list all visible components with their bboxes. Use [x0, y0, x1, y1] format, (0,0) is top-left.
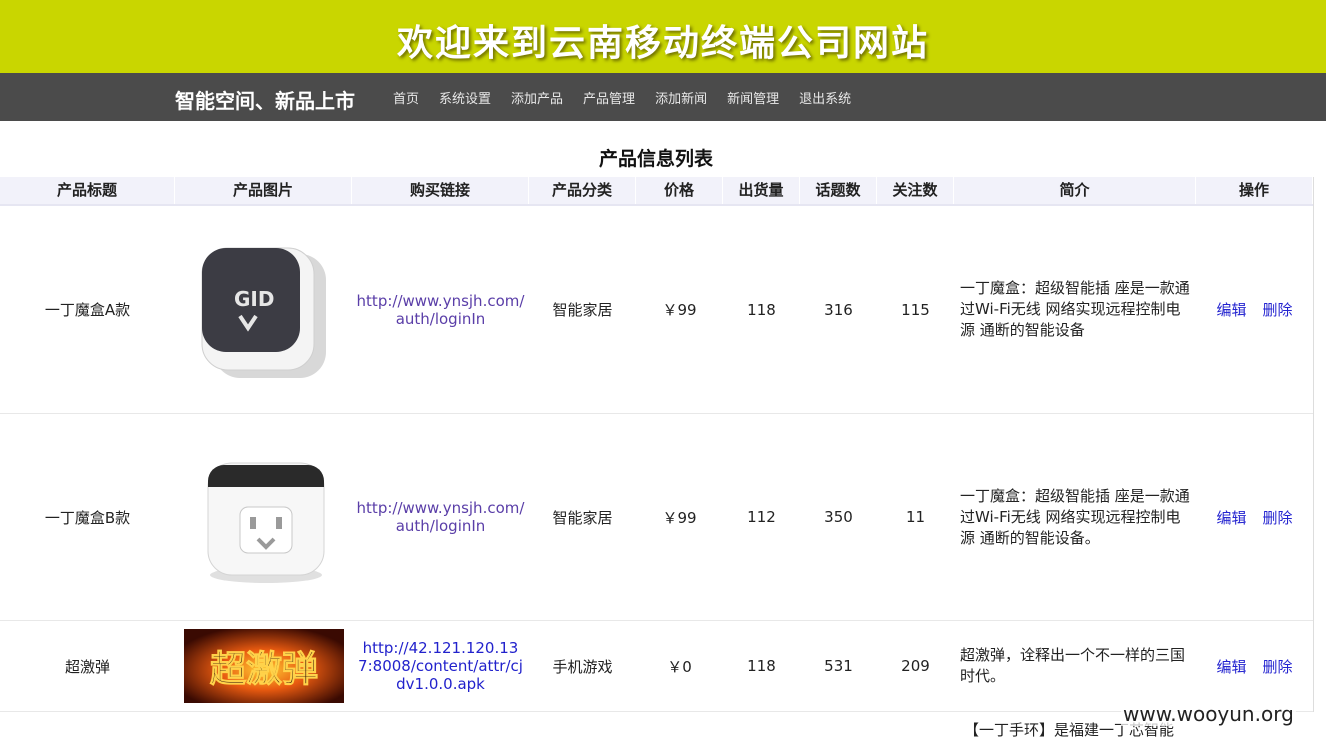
product-category: 智能家居 — [552, 508, 613, 527]
row-actions: 编辑 删除 — [1196, 206, 1313, 413]
column-header: 价格 — [636, 177, 723, 204]
column-header: 产品分类 — [529, 177, 636, 204]
topic-count: 350 — [824, 508, 853, 526]
topic-count: 316 — [824, 300, 853, 319]
nav-link-add-product[interactable]: 添加产品 — [511, 88, 563, 107]
product-price: ￥99 — [662, 508, 697, 527]
product-title: 一丁魔盒B款 — [44, 508, 131, 527]
page-title: 产品信息列表 — [598, 148, 713, 170]
watermark: www.wooyun.org — [1121, 702, 1296, 726]
product-table: 产品标题 产品图片 购买链接 产品分类 价格 出货量 话题数 关注数 简介 操作… — [0, 177, 1314, 712]
shipment-count: 112 — [747, 508, 776, 526]
follower-count: 115 — [901, 300, 930, 319]
column-header: 关注数 — [877, 177, 954, 204]
shipment-count: 118 — [747, 300, 776, 319]
nav-link-add-news[interactable]: 添加新闻 — [655, 88, 707, 107]
product-title: 一丁魔盒A款 — [44, 301, 131, 319]
column-header: 出货量 — [723, 177, 800, 204]
dark-smart-plug-image: GID — [201, 247, 326, 378]
follower-count: 11 — [905, 508, 926, 526]
game-logo-text: 超激弹 — [209, 649, 317, 690]
nav-link-news-management[interactable]: 新闻管理 — [727, 88, 779, 107]
nav-link-product-management[interactable]: 产品管理 — [583, 88, 635, 107]
white-smart-plug-image — [207, 462, 324, 583]
product-title: 超激弹 — [64, 657, 110, 676]
svg-text:GID: GID — [234, 287, 274, 311]
table-row: 一丁魔盒A款 GID http://www.ynsjh.com/auth/log… — [0, 206, 1313, 414]
game-banner-image: 超激弹 — [183, 629, 344, 703]
nav-link-home[interactable]: 首页 — [393, 88, 419, 107]
edit-link[interactable]: 编辑 — [1216, 299, 1246, 320]
purchase-link[interactable]: http://42.121.120.137:8008/content/attr/… — [352, 621, 529, 711]
product-description: 一丁魔盒：超级智能插 座是一款通过Wi-Fi无线 网络实现远程控制电源 通断的智… — [960, 486, 1190, 547]
column-header: 简介 — [954, 177, 1196, 204]
product-category: 手机游戏 — [552, 657, 613, 676]
product-category: 智能家居 — [552, 301, 613, 319]
edit-link[interactable]: 编辑 — [1216, 656, 1246, 677]
column-header: 购买链接 — [352, 177, 529, 204]
table-header-row: 产品标题 产品图片 购买链接 产品分类 价格 出货量 话题数 关注数 简介 操作 — [0, 177, 1313, 206]
product-price: ￥0 — [667, 657, 692, 676]
nav-link-system-settings[interactable]: 系统设置 — [439, 88, 491, 107]
product-image-cell: GID — [175, 206, 352, 413]
delete-link[interactable]: 删除 — [1263, 507, 1293, 528]
product-image-cell — [175, 414, 352, 620]
follower-count: 209 — [901, 657, 930, 675]
nav-brand: 智能空间、新品上市 — [175, 89, 355, 113]
product-price: ￥99 — [662, 301, 697, 319]
edit-link[interactable]: 编辑 — [1216, 507, 1246, 528]
shipment-count: 118 — [747, 657, 776, 675]
product-description: 超激弹，诠释出一个不一样的三国时代。 — [960, 646, 1186, 685]
nav-bar: 智能空间、新品上市 首页 系统设置 添加产品 产品管理 添加新闻 新闻管理 退出… — [0, 73, 1326, 121]
purchase-link[interactable]: http://www.ynsjh.com/auth/loginIn — [352, 206, 529, 413]
product-image-cell: 超激弹 — [175, 621, 352, 711]
column-header: 产品图片 — [175, 177, 352, 204]
column-header: 操作 — [1196, 177, 1313, 204]
column-header: 话题数 — [800, 177, 877, 204]
purchase-link[interactable]: http://www.ynsjh.com/auth/loginIn — [352, 414, 529, 620]
site-title: 欢迎来到云南移动终端公司网站 — [396, 23, 929, 64]
delete-link[interactable]: 删除 — [1263, 299, 1293, 320]
row-actions: 编辑 删除 — [1196, 414, 1313, 620]
topic-count: 531 — [824, 657, 853, 675]
header-banner: 欢迎来到云南移动终端公司网站 — [0, 0, 1326, 73]
nav-link-logout[interactable]: 退出系统 — [799, 88, 851, 107]
row-actions: 编辑 删除 — [1196, 621, 1313, 711]
column-header: 产品标题 — [0, 177, 175, 204]
table-row: 超激弹 超激弹 http://42.121.120.137:8008/conte… — [0, 621, 1313, 712]
product-description: 一丁魔盒：超级智能插 座是一款通过Wi-Fi无线 网络实现远程控制电源 通断的智… — [960, 279, 1190, 339]
nav-menu: 首页 系统设置 添加产品 产品管理 添加新闻 新闻管理 退出系统 — [393, 88, 871, 107]
table-row: 一丁魔盒B款 http://www.ynsjh.com/auth/loginIn… — [0, 414, 1313, 621]
delete-link[interactable]: 删除 — [1263, 656, 1293, 677]
